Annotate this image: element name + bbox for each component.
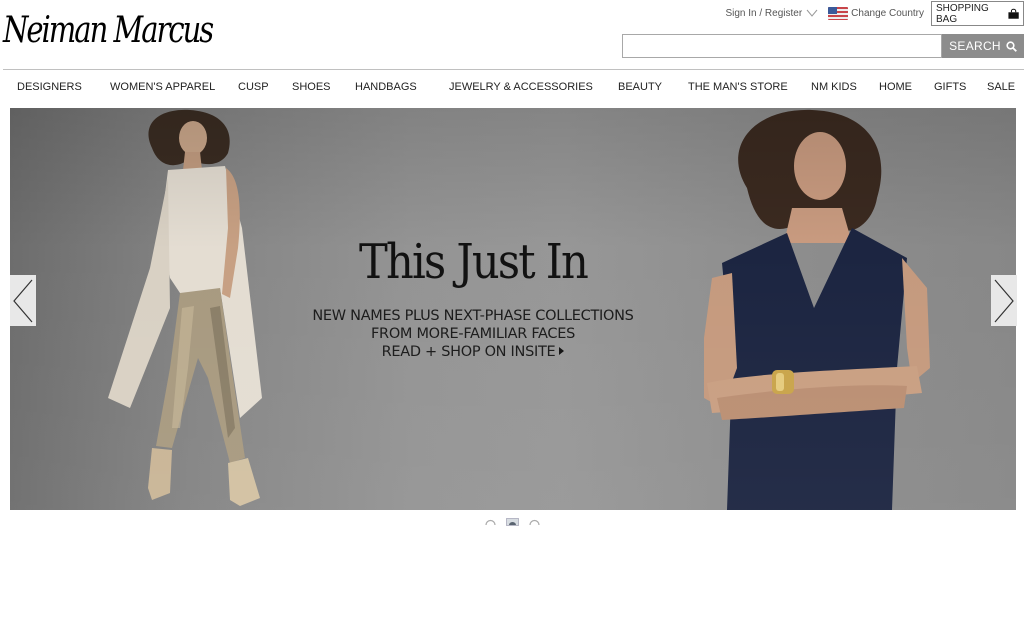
nav-item-designers[interactable]: DESIGNERS — [17, 81, 82, 93]
carousel-dot-1[interactable] — [484, 518, 497, 526]
carousel-indicators — [484, 518, 541, 526]
search-icon — [1006, 40, 1017, 52]
search-button[interactable]: SEARCH — [942, 34, 1024, 58]
utility-bar: Sign In / Register Change Country SHOPPI… — [725, 0, 1024, 26]
nav-item-jewelry-accessories[interactable]: JEWELRY & ACCESSORIES — [449, 81, 593, 93]
neiman-marcus-logo[interactable]: Neiman Marcus — [3, 0, 214, 70]
chevron-right-icon — [994, 279, 1014, 322]
carousel-dot-3[interactable] — [528, 518, 541, 526]
carousel-next-button[interactable] — [991, 275, 1017, 326]
hero-banner[interactable]: This Just In NEW NAMES PLUS NEXT-PHASE C… — [10, 108, 1016, 510]
chevron-down-icon[interactable] — [806, 9, 818, 17]
sign-in-register-link[interactable]: Sign In / Register — [725, 8, 802, 19]
main-navigation: DESIGNERS WOMEN'S APPAREL CUSP SHOES HAN… — [0, 70, 1024, 106]
carousel-dot-2-active[interactable] — [506, 518, 519, 526]
search-button-label: SEARCH — [949, 39, 1001, 53]
search-bar: SEARCH — [622, 34, 1024, 58]
nav-item-womens-apparel[interactable]: WOMEN'S APPAREL — [110, 81, 215, 93]
nav-item-home[interactable]: HOME — [879, 81, 912, 93]
nav-item-shoes[interactable]: SHOES — [292, 81, 331, 93]
hero-subtitle-line-1: NEW NAMES PLUS NEXT-PHASE COLLECTIONS — [312, 308, 634, 324]
nav-item-sale[interactable]: SALE — [987, 81, 1015, 93]
shopping-bag-icon — [1008, 8, 1019, 19]
search-input[interactable] — [622, 34, 942, 58]
hero-title: This Just In — [358, 234, 589, 290]
nav-item-gifts[interactable]: GIFTS — [934, 81, 966, 93]
shopping-bag-label: SHOPPING BAG — [936, 2, 989, 25]
hero-cta-label: READ + SHOP ON INSITE — [381, 344, 556, 360]
nav-item-handbags[interactable]: HANDBAGS — [355, 81, 417, 93]
play-arrow-icon — [559, 347, 565, 355]
us-flag-icon[interactable] — [828, 6, 849, 20]
hero-cta-link[interactable]: READ + SHOP ON INSITE — [10, 344, 936, 360]
change-country-link[interactable]: Change Country — [851, 8, 924, 19]
shopping-bag-button[interactable]: SHOPPING BAG — [931, 1, 1024, 26]
chevron-left-icon — [13, 279, 33, 322]
carousel-prev-button[interactable] — [10, 275, 36, 326]
nav-item-the-mans-store[interactable]: THE MAN'S STORE — [688, 81, 788, 93]
nav-item-nm-kids[interactable]: NM KIDS — [811, 81, 857, 93]
nav-item-cusp[interactable]: CUSP — [238, 81, 269, 93]
nav-item-beauty[interactable]: BEAUTY — [618, 81, 662, 93]
hero-subtitle-line-2: FROM MORE-FAMILIAR FACES — [371, 326, 575, 342]
